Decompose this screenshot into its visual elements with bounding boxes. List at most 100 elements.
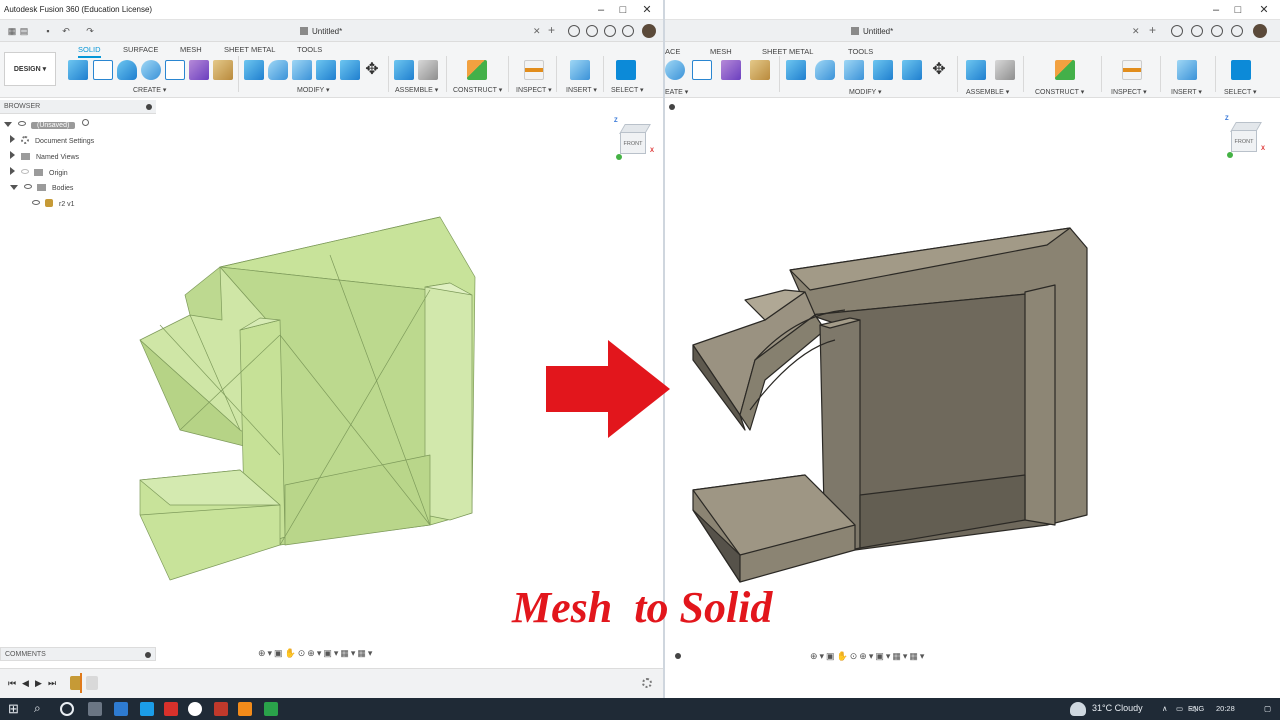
expand-icon[interactable] xyxy=(10,151,15,159)
close-tab-icon[interactable]: ✕ xyxy=(1132,26,1140,37)
tab-solid[interactable]: SOLID xyxy=(78,45,101,58)
task-view-icon[interactable] xyxy=(88,702,102,716)
expand-icon[interactable] xyxy=(10,135,15,143)
help-icon[interactable] xyxy=(1231,25,1243,37)
create-menu[interactable]: CREATE ▾ xyxy=(133,86,166,94)
timeline-marker[interactable] xyxy=(80,673,82,693)
hole-icon[interactable] xyxy=(692,60,712,80)
activate-radio-icon[interactable] xyxy=(82,119,90,126)
tab-sheet-metal[interactable]: SHEET METAL xyxy=(762,47,813,56)
inspect-menu[interactable]: INSPECT ▾ xyxy=(1111,88,1147,96)
cloudy-weather-icon[interactable] xyxy=(1070,702,1086,716)
construct-menu[interactable]: CONSTRUCT ▾ xyxy=(453,86,502,94)
search-icon[interactable]: ⌕ xyxy=(34,701,41,716)
combine-icon[interactable] xyxy=(902,60,922,80)
chrome-icon[interactable] xyxy=(188,702,202,716)
user-avatar[interactable] xyxy=(642,24,656,38)
select-menu[interactable]: SELECT ▾ xyxy=(1224,88,1257,96)
select-menu[interactable]: SELECT ▾ xyxy=(611,86,644,94)
extensions-icon[interactable] xyxy=(568,25,580,37)
assemble-menu[interactable]: ASSEMBLE ▾ xyxy=(966,88,1009,96)
move-copy-icon[interactable]: ✥ xyxy=(929,60,949,80)
close-button[interactable]: ✕ xyxy=(636,3,658,17)
mesh-icon[interactable] xyxy=(213,60,233,80)
new-joint-icon[interactable] xyxy=(966,60,986,80)
tab-mesh[interactable]: MESH xyxy=(710,47,732,56)
camtasia-icon[interactable] xyxy=(264,702,278,716)
viewcube-front-face[interactable]: FRONT xyxy=(620,132,646,154)
undo-icon[interactable]: ↶ xyxy=(60,25,72,37)
minimize-button[interactable]: – xyxy=(590,3,612,17)
timeline-prev-icon[interactable]: ◀ xyxy=(22,678,29,689)
extrude-icon[interactable] xyxy=(117,60,137,80)
expand-icon[interactable] xyxy=(10,167,15,175)
user-avatar[interactable] xyxy=(1253,24,1267,38)
notification-center-icon[interactable]: ▢ xyxy=(1264,704,1271,713)
create-menu[interactable]: EATE ▾ xyxy=(665,88,688,96)
job-status-icon[interactable] xyxy=(586,25,598,37)
panel-pin-icon[interactable] xyxy=(146,104,152,110)
notifications-icon[interactable] xyxy=(1211,25,1223,37)
timeline-play-icon[interactable]: ▶ xyxy=(35,678,42,689)
weather-text[interactable]: 31°C Cloudy xyxy=(1092,703,1143,713)
collapsed-comments-handle[interactable] xyxy=(675,652,681,664)
collapse-icon[interactable] xyxy=(4,122,12,127)
app-icon[interactable] xyxy=(214,702,228,716)
modify-menu[interactable]: MODIFY ▾ xyxy=(849,88,882,96)
tab-surface[interactable]: SURFACE xyxy=(123,45,158,54)
file-icon[interactable]: ▤ xyxy=(18,25,30,37)
help-icon[interactable] xyxy=(622,25,634,37)
combine-icon[interactable] xyxy=(340,60,360,80)
job-status-icon[interactable] xyxy=(1191,25,1203,37)
form-icon[interactable] xyxy=(721,60,741,80)
panel-pin-icon[interactable] xyxy=(669,104,675,110)
app-grid-icon[interactable]: ▦ xyxy=(6,25,18,37)
collapsed-browser-handle[interactable] xyxy=(669,103,675,115)
tab-sheet-metal[interactable]: SHEET METAL xyxy=(224,45,275,54)
press-pull-icon[interactable] xyxy=(244,60,264,80)
navigation-bar[interactable]: ⊕▾▣✋⊙⊕▾▣▾▦▾▦▾ xyxy=(258,648,374,662)
timeline-feature-icon[interactable] xyxy=(86,676,98,690)
construct-menu[interactable]: CONSTRUCT ▾ xyxy=(1035,88,1084,96)
start-button-icon[interactable]: ⊞ xyxy=(8,701,19,717)
close-tab-icon[interactable]: ✕ xyxy=(533,26,541,37)
notifications-icon[interactable] xyxy=(604,25,616,37)
browser-item-named-views[interactable]: Named Views xyxy=(10,151,79,163)
fillet-icon[interactable] xyxy=(815,60,835,80)
chamfer-icon[interactable] xyxy=(844,60,864,80)
shell-icon[interactable] xyxy=(873,60,893,80)
revolve-icon[interactable] xyxy=(665,60,685,80)
viewcube-front-face[interactable]: FRONT xyxy=(1231,130,1257,152)
browser-item-origin[interactable]: Origin xyxy=(10,167,68,179)
mesh-icon[interactable] xyxy=(750,60,770,80)
insert-image-icon[interactable] xyxy=(570,60,590,80)
edge-browser-icon[interactable] xyxy=(140,702,154,716)
insert-menu[interactable]: INSERT ▾ xyxy=(1171,88,1202,96)
navigation-bar[interactable]: ⊕▾▣✋⊙⊕▾▣▾▦▾▦▾ xyxy=(810,651,926,665)
measure-icon[interactable] xyxy=(524,60,544,80)
edge-icon[interactable] xyxy=(114,702,128,716)
assemble-menu[interactable]: ASSEMBLE ▾ xyxy=(395,86,438,94)
revolve-icon[interactable] xyxy=(141,60,161,80)
save-icon[interactable]: ▪ xyxy=(42,25,54,37)
document-tab[interactable]: Untitled* xyxy=(851,24,893,40)
offset-plane-icon[interactable] xyxy=(1055,60,1075,80)
new-joint-icon[interactable] xyxy=(394,60,414,80)
insert-image-icon[interactable] xyxy=(1177,60,1197,80)
extensions-icon[interactable] xyxy=(1171,25,1183,37)
minimize-button[interactable]: – xyxy=(1205,3,1227,17)
select-icon[interactable] xyxy=(616,60,636,80)
cortana-icon[interactable] xyxy=(60,702,74,716)
visibility-eye-icon[interactable] xyxy=(24,184,32,189)
tab-surface[interactable]: ACE xyxy=(665,47,680,56)
timeline-first-icon[interactable]: ⏮ xyxy=(8,678,16,689)
tab-mesh[interactable]: MESH xyxy=(180,45,202,54)
maximize-button[interactable]: □ xyxy=(612,3,634,17)
create-sketch-icon[interactable] xyxy=(93,60,113,80)
as-built-joint-icon[interactable] xyxy=(995,60,1015,80)
select-icon[interactable] xyxy=(1231,60,1251,80)
close-button[interactable]: ✕ xyxy=(1253,3,1275,17)
new-tab-icon[interactable]: + xyxy=(1149,23,1156,37)
hole-icon[interactable] xyxy=(165,60,185,80)
visibility-eye-icon[interactable] xyxy=(18,121,26,126)
